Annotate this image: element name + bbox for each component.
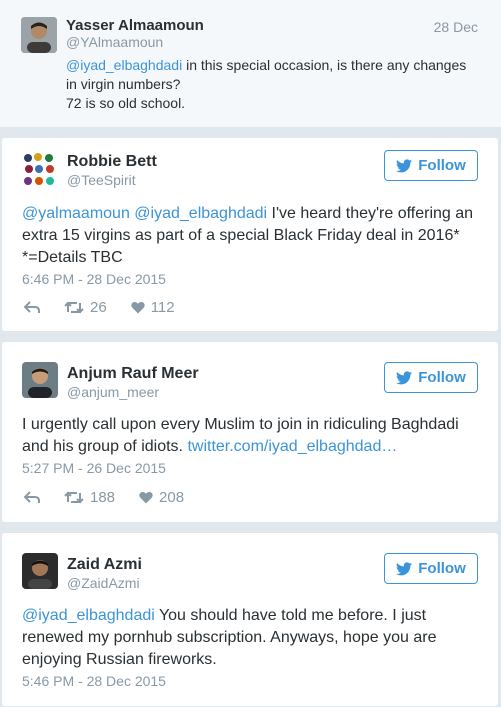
tweet-text-part: in this special occasion, is there any c… — [182, 57, 467, 73]
tweet-card: Anjum Rauf Meer @anjum_meer Follow I urg… — [1, 341, 499, 523]
twitter-bird-icon — [396, 561, 413, 575]
tweet-timestamp[interactable]: 6:46 PM - 28 Dec 2015 — [22, 271, 166, 287]
mention-link[interactable]: @iyad_elbaghdadi — [134, 205, 267, 222]
follow-button[interactable]: Follow — [384, 553, 478, 584]
reply-icon — [24, 491, 40, 503]
tweet-link[interactable]: twitter.com/iyad_elbaghdad… — [187, 438, 397, 455]
like-button[interactable]: 112 — [131, 299, 175, 316]
follow-label: Follow — [418, 560, 466, 577]
avatar[interactable] — [22, 553, 58, 589]
tweet-timestamp[interactable]: 5:46 PM - 28 Dec 2015 — [22, 673, 166, 689]
author-handle[interactable]: @YAlmaamoun — [66, 34, 163, 50]
reply-button[interactable] — [24, 301, 40, 314]
author-name[interactable]: Zaid Azmi — [67, 556, 142, 574]
like-button[interactable]: 208 — [139, 489, 184, 506]
avatar[interactable] — [21, 17, 57, 53]
tweet-text: I urgently call upon every Muslim to joi… — [22, 414, 482, 458]
author-handle[interactable]: @anjum_meer — [67, 384, 159, 400]
like-count: 112 — [150, 299, 175, 316]
retweet-icon — [64, 491, 84, 504]
follow-button[interactable]: Follow — [384, 150, 478, 181]
reply-icon — [24, 301, 40, 313]
tweet-text-part: in virgin numbers? — [66, 76, 181, 92]
tweet-text: @iyad_elbaghdadi You should have told me… — [22, 605, 482, 671]
avatar[interactable] — [22, 362, 58, 398]
retweet-count: 26 — [90, 299, 107, 316]
quoted-tweet: Yasser Almaamoun @YAlmaamoun 28 Dec @iya… — [0, 0, 501, 128]
follow-label: Follow — [418, 157, 466, 174]
mention-link[interactable]: @iyad_elbaghdadi — [66, 57, 182, 73]
tweet-card: Robbie Bett @TeeSpirit Follow @yalmaamou… — [1, 137, 499, 332]
twitter-bird-icon — [396, 158, 413, 172]
author-name[interactable]: Anjum Rauf Meer — [67, 365, 199, 383]
author-name[interactable]: Robbie Bett — [67, 153, 157, 171]
avatar[interactable] — [22, 152, 58, 188]
tweet-text: @iyad_elbaghdadi in this special occasio… — [66, 56, 486, 113]
retweet-icon — [64, 301, 84, 314]
tweet-actions: 26 112 — [24, 299, 199, 316]
like-count: 208 — [159, 489, 185, 506]
tweet-card: Zaid Azmi @ZaidAzmi Follow @iyad_elbaghd… — [1, 532, 499, 707]
follow-button[interactable]: Follow — [384, 362, 478, 393]
author-handle[interactable]: @TeeSpirit — [67, 172, 136, 188]
tweet-timestamp[interactable]: 5:27 PM - 26 Dec 2015 — [22, 460, 166, 476]
author-name[interactable]: Yasser Almaamoun — [66, 17, 204, 34]
mention-link[interactable]: @iyad_elbaghdadi — [22, 607, 155, 624]
reply-button[interactable] — [24, 491, 40, 504]
retweet-button[interactable]: 26 — [64, 299, 107, 316]
twitter-bird-icon — [396, 370, 413, 384]
retweet-button[interactable]: 188 — [64, 489, 115, 506]
tweet-date[interactable]: 28 Dec — [434, 19, 478, 35]
author-handle[interactable]: @ZaidAzmi — [67, 575, 140, 591]
mention-link[interactable]: @yalmaamoun — [22, 205, 130, 222]
retweet-count: 188 — [90, 489, 116, 506]
tweet-actions: 188 208 — [24, 489, 208, 506]
follow-label: Follow — [418, 369, 466, 386]
heart-icon — [131, 301, 145, 314]
tweet-text-part: 72 is so old school. — [66, 95, 186, 111]
tweet-text: @yalmaamoun @iyad_elbaghdadi I've heard … — [22, 203, 482, 269]
heart-icon — [139, 491, 153, 504]
